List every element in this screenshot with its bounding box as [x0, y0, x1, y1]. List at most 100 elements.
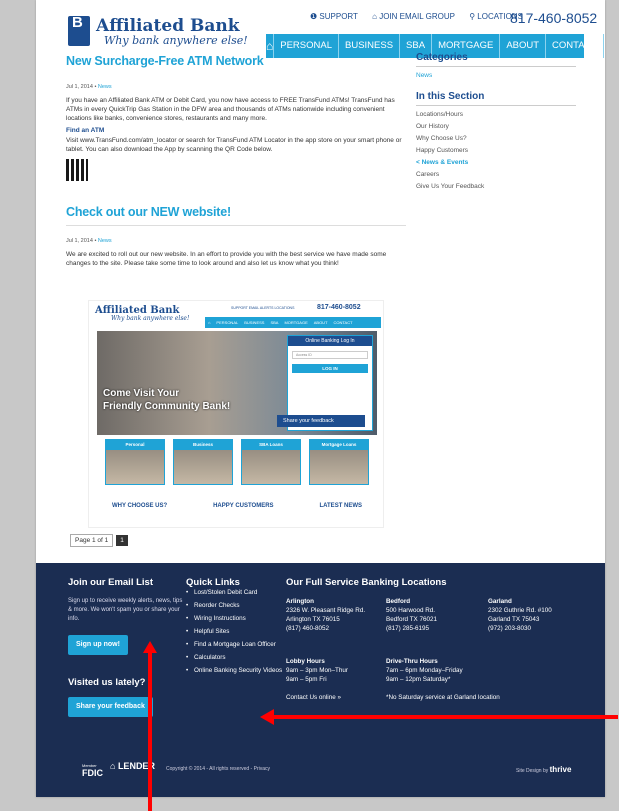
- preview-card: Business: [173, 439, 233, 485]
- preview-hero: Come Visit Your Friendly Community Bank! …: [97, 331, 377, 435]
- location-arlington: Arlington 2326 W. Pleasant Ridge Rd. Arlin…: [286, 598, 366, 632]
- support-link[interactable]: ❶ SUPPORT: [310, 12, 364, 21]
- preview-home-icon: ⌂: [208, 320, 211, 325]
- quick-link-lost-card[interactable]: Lost/Stolen Debit Card: [186, 589, 286, 597]
- divider: [66, 225, 406, 226]
- quick-link-wiring[interactable]: Wiring Instructions: [186, 615, 286, 623]
- post-meta: Jul 1, 2014 • News: [66, 238, 112, 244]
- post-date: Jul 1, 2014: [66, 84, 93, 90]
- preview-card: Personal: [105, 439, 165, 485]
- quick-link-reorder-checks[interactable]: Reorder Checks: [186, 602, 286, 610]
- join-email-link[interactable]: ⌂ JOIN EMAIL GROUP: [372, 12, 461, 21]
- preview-link: LATEST NEWS: [319, 503, 363, 509]
- preview-nav-item: ABOUT: [313, 320, 328, 325]
- preview-phone: 817-460-8052: [317, 304, 361, 311]
- quick-link-helpful-sites[interactable]: Helpful Sites: [186, 628, 286, 636]
- annotation-arrow-vertical: [148, 648, 152, 811]
- post-atm: New Surcharge-Free ATM Network Jul 1, 20…: [66, 54, 406, 181]
- bank-logo[interactable]: B Affiliated Bank Why bank anywhere else…: [68, 15, 298, 52]
- lobby-hours: Lobby Hours 9am – 3pm Mon–Thur 9am – 5pm F…: [286, 658, 348, 683]
- pagination: Page 1 of 1 1: [70, 534, 128, 547]
- preview-card: SBA Loans: [241, 439, 301, 485]
- preview-header: Affiliated Bank Why bank anywhere else! …: [89, 301, 385, 331]
- post-date: Jul 1, 2014: [66, 238, 93, 244]
- post-paragraph: Visit www.TransFund.com/atm_locator or s…: [66, 137, 402, 153]
- quick-links-list: Lost/Stolen Debit Card Reorder Checks Wi…: [186, 589, 286, 680]
- divider: [416, 66, 576, 67]
- bank-name: Affiliated Bank: [96, 16, 240, 36]
- preview-login-input: Access ID: [292, 351, 368, 359]
- preview-links: WHY CHOOSE US? HAPPY CUSTOMERS LATEST NE…: [89, 503, 385, 509]
- post-website: Check out our NEW website! Jul 1, 2014 •…: [66, 205, 406, 268]
- section-heading: In this Section: [416, 91, 485, 102]
- drive-thru-hours: Drive-Thru Hours 7am – 6pm Monday–Friday 9…: [386, 658, 463, 683]
- preview-nav-item: BUSINESS: [244, 320, 265, 325]
- bank-tagline: Why bank anywhere else!: [104, 34, 248, 47]
- post-category-link[interactable]: News: [98, 238, 112, 244]
- preview-tagline: Why bank anywhere else!: [111, 315, 190, 322]
- phone-number: 817-460-8052: [510, 10, 598, 26]
- quick-links-heading: Quick Links: [186, 577, 240, 588]
- categories-heading: Categories: [416, 52, 468, 63]
- sidebar-item-news-events[interactable]: < News & Events: [416, 159, 576, 166]
- email-text: Sign up to receive weekly alerts, news, …: [68, 598, 183, 622]
- location-garland: Garland 2302 Guthrie Rd. #100 Garland TX 7…: [488, 598, 552, 632]
- site-design-credit[interactable]: Site Design by thrive: [516, 765, 571, 774]
- preview-card: Mortgage Loans: [309, 439, 369, 485]
- footer-bottom: Member FDIC ⌂ LENDER Copyright © 2014 - A…: [36, 759, 605, 779]
- sidebar-item-happy-customers[interactable]: Happy Customers: [416, 147, 576, 154]
- main-content: New Surcharge-Free ATM Network Jul 1, 20…: [66, 54, 406, 268]
- preview-login-button: LOG IN: [292, 364, 368, 373]
- sidebar-item-locations[interactable]: Locations/Hours: [416, 111, 576, 118]
- post-paragraph: If you have an Affiliated Bank ATM or De…: [66, 97, 395, 122]
- post-paragraph: We are excited to roll out our new websi…: [66, 251, 387, 267]
- preview-link: WHY CHOOSE US?: [111, 503, 168, 509]
- saturday-note: *No Saturday service at Garland location: [386, 694, 500, 701]
- qr-code-icon: [66, 159, 88, 181]
- contact-online-link[interactable]: Contact Us online »: [286, 693, 341, 702]
- preview-link: HAPPY CUSTOMERS: [213, 503, 274, 509]
- copyright-text: Copyright © 2014 - All rights reserved -…: [166, 766, 271, 772]
- signup-button[interactable]: Sign up now!: [68, 635, 128, 655]
- quick-link-security-videos[interactable]: Online Banking Security Videos: [186, 667, 286, 675]
- preview-nav-item: CONTACT: [333, 320, 353, 325]
- post-subheading: Find an ATM: [66, 127, 105, 134]
- preview-cards: Personal Business SBA Loans Mortgage Loa…: [105, 439, 369, 485]
- preview-nav-item: PERSONAL: [216, 320, 239, 325]
- share-feedback-button[interactable]: Share your feedback: [68, 697, 153, 717]
- page-button[interactable]: 1: [116, 535, 128, 546]
- quick-link-calculators[interactable]: Calculators: [186, 654, 286, 662]
- site-footer: Join our Email List Sign up to receive w…: [36, 563, 605, 797]
- window-background: [0, 797, 619, 811]
- sidebar: Categories News In this Section Location…: [416, 52, 576, 190]
- logo-mark-icon: B: [68, 15, 90, 46]
- quick-link-loan-officer[interactable]: Find a Mortgage Loan Officer: [186, 641, 286, 649]
- email-heading: Join our Email List: [68, 577, 153, 588]
- preview-login-title: Online Banking Log In: [288, 336, 372, 346]
- preview-nav-item: SBA: [270, 320, 279, 325]
- web-page: B Affiliated Bank Why bank anywhere else…: [36, 0, 605, 797]
- post-category-link[interactable]: News: [98, 84, 112, 90]
- sidebar-item-careers[interactable]: Careers: [416, 171, 576, 178]
- post-title[interactable]: New Surcharge-Free ATM Network: [66, 54, 406, 68]
- preview-nav-item: MORTGAGE: [284, 320, 308, 325]
- locations-heading: Our Full Service Banking Locations: [286, 577, 447, 588]
- annotation-arrow-horizontal: [272, 715, 618, 719]
- preview-nav: ⌂ PERSONAL BUSINESS SBA MORTGAGE ABOUT C…: [205, 317, 381, 328]
- page-count: Page 1 of 1: [70, 534, 114, 547]
- website-preview-image: Affiliated Bank Why bank anywhere else! …: [88, 300, 384, 528]
- post-meta: Jul 1, 2014 • News: [66, 84, 112, 90]
- location-bedford: Bedford 500 Harwood Rd. Bedford TX 76021 (8…: [386, 598, 437, 632]
- utility-links: ❶ SUPPORT ⌂ JOIN EMAIL GROUP ⚲ LOCATIONS: [310, 12, 535, 28]
- preview-utility: SUPPORT EMAIL ALERTS LOCATIONS: [231, 306, 295, 310]
- sidebar-item-feedback[interactable]: Give Us Your Feedback: [416, 183, 576, 190]
- sidebar-item-why-choose[interactable]: Why Choose Us?: [416, 135, 576, 142]
- fdic-logo: Member FDIC: [82, 763, 103, 778]
- preview-feedback-button: Share your feedback: [277, 415, 365, 427]
- divider: [416, 105, 576, 106]
- post-title[interactable]: Check out our NEW website!: [66, 205, 406, 219]
- visited-heading: Visited us lately?: [68, 677, 146, 688]
- category-news-link[interactable]: News: [416, 72, 576, 79]
- sidebar-item-history[interactable]: Our History: [416, 123, 576, 130]
- preview-hero-text: Come Visit Your Friendly Community Bank!: [103, 388, 231, 412]
